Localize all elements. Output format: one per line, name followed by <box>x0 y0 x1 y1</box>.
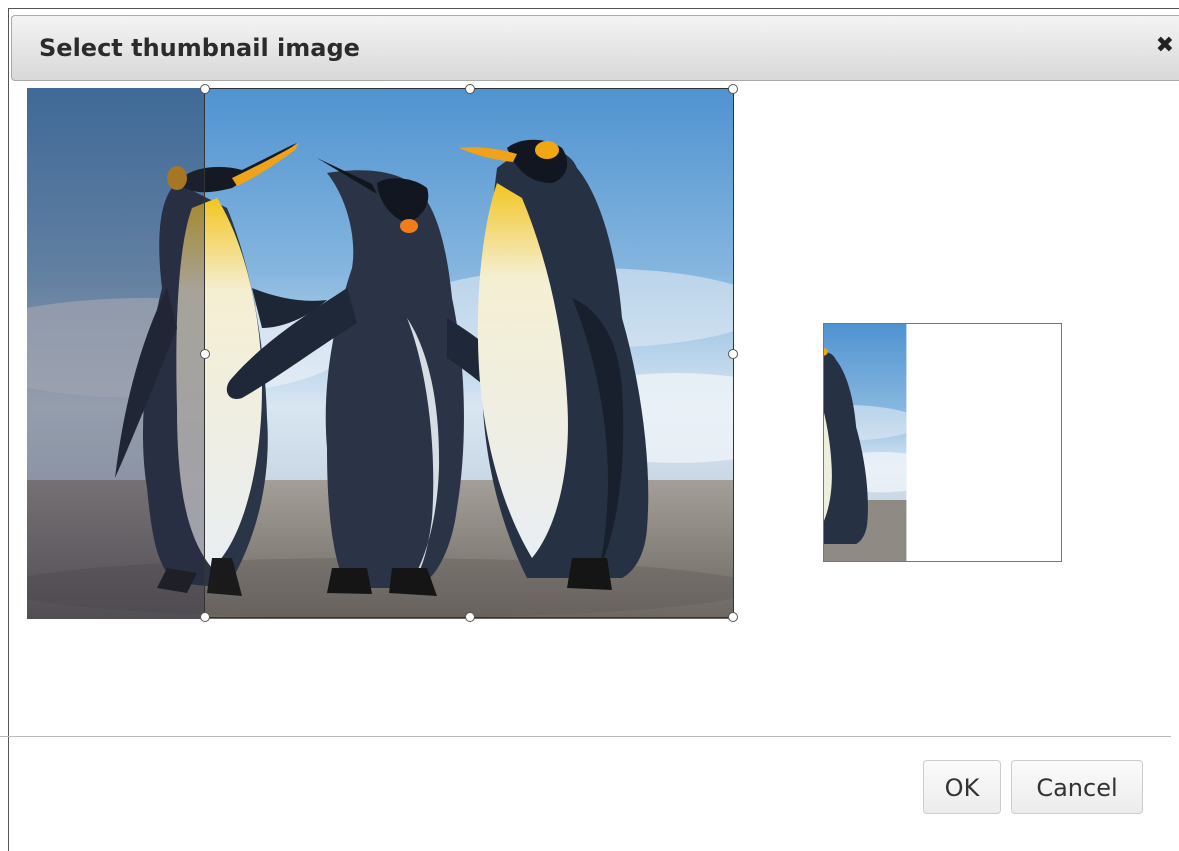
thumbnail-preview <box>823 323 1062 562</box>
crop-shade-left <box>27 88 204 619</box>
close-icon[interactable]: ✖ <box>1156 33 1174 58</box>
crop-handle-middle-left[interactable] <box>200 349 210 359</box>
crop-handle-bottom-center[interactable] <box>465 612 475 622</box>
footer-divider <box>0 736 1171 737</box>
crop-handle-bottom-left[interactable] <box>200 612 210 622</box>
crop-handle-top-right[interactable] <box>728 84 738 94</box>
crop-handle-middle-right[interactable] <box>728 349 738 359</box>
ok-button[interactable]: OK <box>923 760 1001 814</box>
crop-handle-bottom-right[interactable] <box>728 612 738 622</box>
dialog-titlebar[interactable]: Select thumbnail image ✖ <box>11 15 1179 81</box>
cancel-button[interactable]: Cancel <box>1011 760 1143 814</box>
thumbnail-preview-image <box>824 324 907 561</box>
crop-handle-top-left[interactable] <box>200 84 210 94</box>
crop-handle-top-center[interactable] <box>465 84 475 94</box>
dialog-title: Select thumbnail image <box>39 34 360 62</box>
crop-selection[interactable] <box>200 84 738 622</box>
